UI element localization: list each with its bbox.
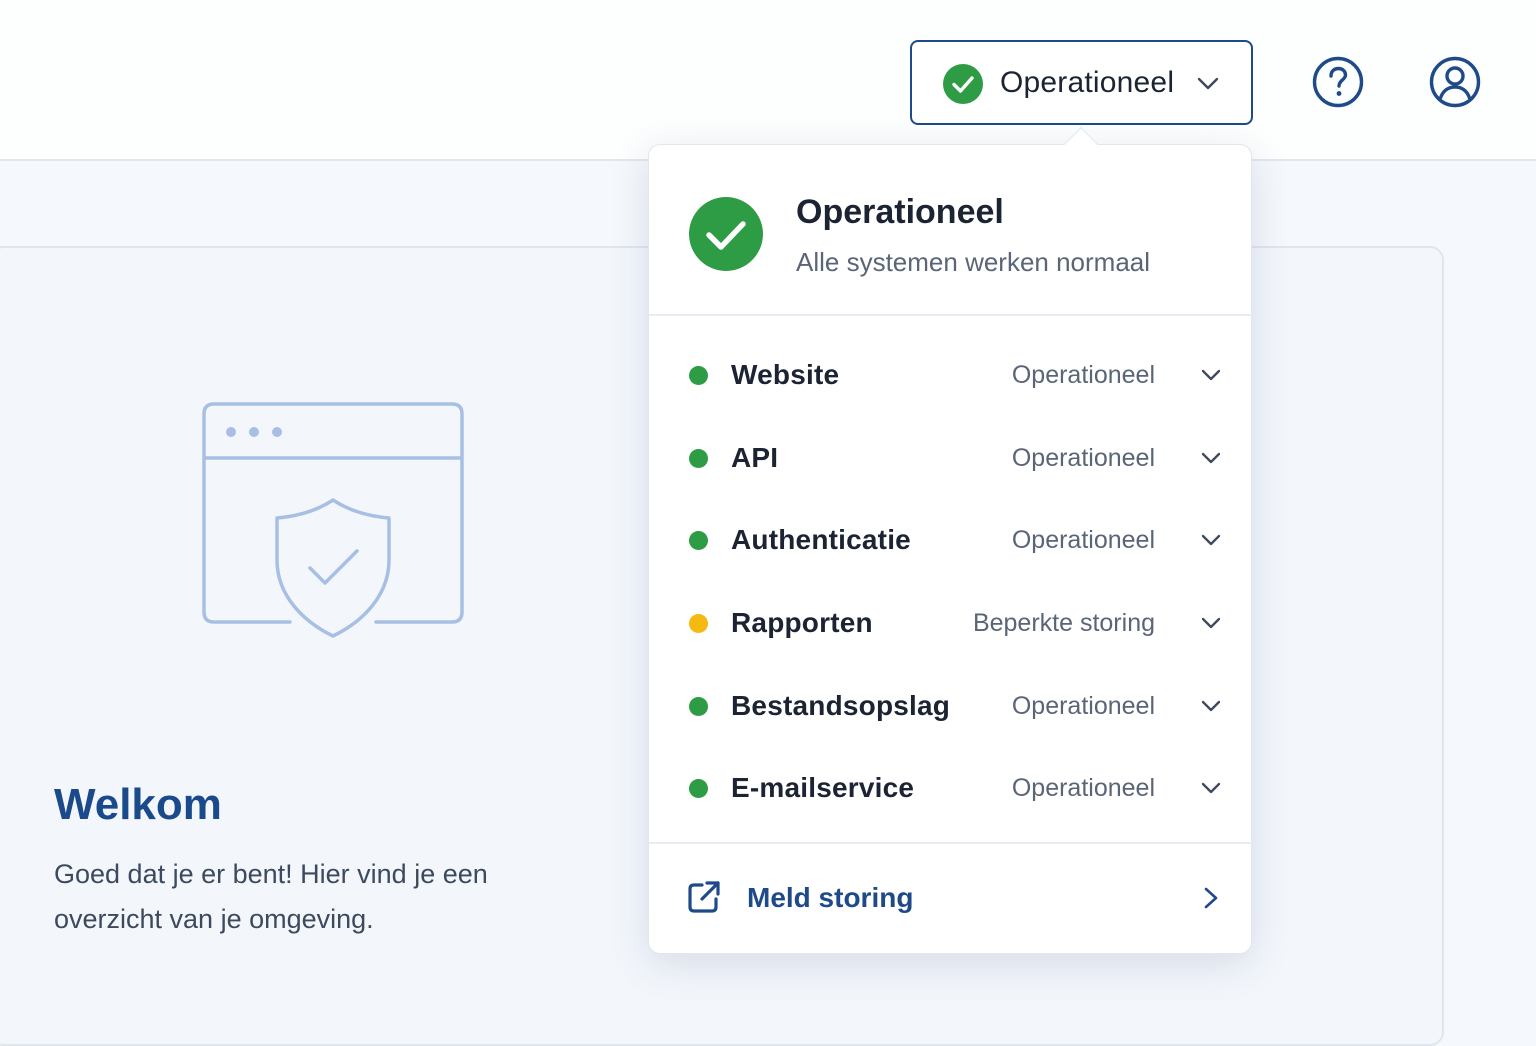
service-status: Operationeel [1011,361,1155,389]
browser-shield-check-icon [202,402,464,638]
report-outage-link[interactable]: Meld storing [649,842,1253,954]
status-dropdown-button[interactable]: Operationeel [910,40,1253,125]
user-account-icon[interactable] [1429,56,1481,108]
service-status: Operationeel [1011,691,1155,720]
status-popover: Operationeel Alle systemen werken normaa… [648,127,1253,954]
status-dot [689,531,708,551]
service-row-bestandsopslag[interactable]: Bestandsopslag Operationeel [649,664,1253,747]
service-name: Website [731,359,840,390]
check-circle-icon [689,197,763,271]
service-status: Beperkte storing [972,609,1155,638]
service-status: Operationeel [1011,526,1155,555]
service-name: Rapporten [731,607,873,639]
service-status: Operationeel [1011,774,1155,803]
service-status: Operationeel [1011,443,1155,472]
service-name: Authenticatie [731,524,911,556]
chevron-right-icon [1204,887,1218,909]
status-subtitle: Alle systemen werken normaal [796,247,1151,277]
service-list: Website Operationeel API Operationeel Au… [649,333,1253,829]
service-row-authenticatie[interactable]: Authenticatie Operationeel [649,498,1253,581]
status-dot [689,696,708,716]
service-name: API [731,441,779,473]
check-circle-icon [943,64,983,104]
service-name: Bestandsopslag [731,689,951,721]
external-link-icon [688,881,720,913]
status-button-label: Operationeel [1000,66,1175,99]
welcome-title: Welkom [54,780,222,829]
status-title: Operationeel [796,193,1004,231]
service-row-rapporten[interactable]: Rapporten Beperkte storing [649,581,1253,664]
service-name: E-mailservice [731,772,915,804]
chevron-down-icon [1197,77,1219,90]
status-dot [689,448,708,468]
chevron-down-icon[interactable] [1201,532,1221,550]
chevron-down-icon[interactable] [1201,698,1221,716]
chevron-down-icon[interactable] [1201,450,1221,468]
service-row-e-mailservice[interactable]: E-mailservice Operationeel [649,746,1253,829]
status-dot [689,366,708,385]
welcome-text: Goed dat je er bent! Hier vind je een ov… [54,859,488,934]
service-row-website[interactable]: Website Operationeel [649,333,1253,416]
chevron-down-icon[interactable] [1201,367,1221,385]
top-bar: Operationeel [0,0,1536,161]
status-dot [689,779,708,799]
status-summary: Operationeel Alle systemen werken normaa… [649,145,1253,316]
status-dot [689,614,708,634]
report-outage-label: Meld storing [747,882,914,913]
chevron-down-icon[interactable] [1201,615,1221,633]
service-row-api[interactable]: API Operationeel [649,416,1253,499]
chevron-down-icon[interactable] [1201,780,1221,798]
help-icon[interactable] [1312,56,1364,108]
